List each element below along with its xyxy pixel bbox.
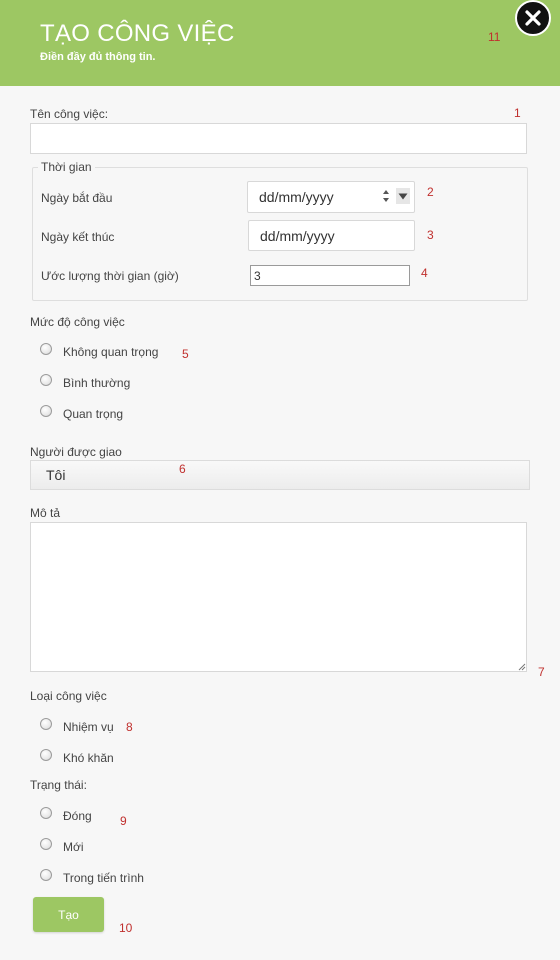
estimate-input[interactable]: 3 — [250, 265, 410, 286]
priority-option-label: Quan trọng — [63, 407, 124, 421]
status-option-label: Mới — [63, 840, 84, 854]
priority-radio-important[interactable] — [40, 405, 52, 417]
type-radio-issue[interactable] — [40, 749, 52, 761]
status-radio-in-progress[interactable] — [40, 869, 52, 881]
priority-radio-not-important[interactable] — [40, 343, 52, 355]
dropdown-arrow-icon[interactable] — [396, 188, 410, 204]
type-label: Loại công việc — [30, 689, 107, 703]
annotation-5: 5 — [182, 347, 189, 361]
annotation-10: 10 — [119, 921, 133, 935]
dialog-title: TẠO CÔNG VIỆC — [40, 20, 235, 47]
resize-grip-icon[interactable] — [517, 662, 526, 671]
task-name-input[interactable] — [30, 123, 527, 154]
priority-label: Mức độ công việc — [30, 315, 125, 329]
description-label: Mô tả — [30, 506, 61, 520]
annotation-9: 9 — [120, 814, 127, 828]
priority-radio-normal[interactable] — [40, 374, 52, 386]
annotation-1: 1 — [514, 106, 521, 120]
annotation-4: 4 — [421, 266, 428, 280]
status-label: Trạng thái: — [30, 778, 87, 792]
estimate-label: Ước lượng thời gian (giờ) — [41, 269, 179, 283]
create-button[interactable]: Tạo — [33, 897, 104, 932]
start-date-label: Ngày bắt đầu — [41, 191, 113, 205]
end-date-input[interactable]: dd/mm/yyyy — [248, 220, 415, 251]
assignee-select[interactable]: Tôi — [30, 460, 530, 490]
status-radio-closed[interactable] — [40, 807, 52, 819]
time-group-label: Thời gian — [38, 160, 95, 174]
annotation-3: 3 — [427, 228, 434, 242]
annotation-2: 2 — [427, 185, 434, 199]
start-date-value: dd/mm/yyyy — [259, 189, 334, 205]
type-radio-task[interactable] — [40, 718, 52, 730]
task-name-label: Tên công việc: — [30, 107, 109, 121]
status-option-label: Đóng — [63, 809, 92, 823]
dialog-subtitle: Điền đầy đủ thông tin. — [40, 51, 156, 63]
assignee-value: Tôi — [46, 467, 66, 483]
dialog-header: TẠO CÔNG VIỆC Điền đầy đủ thông tin. 11 — [0, 0, 560, 86]
description-textarea[interactable] — [30, 522, 527, 672]
priority-option-label: Không quan trọng — [63, 345, 159, 359]
spinner-arrows-icon[interactable] — [382, 187, 390, 205]
type-option-label: Khó khăn — [63, 751, 114, 765]
close-icon — [525, 10, 541, 26]
status-option-label: Trong tiến trình — [63, 871, 144, 885]
annotation-11: 11 — [488, 30, 501, 44]
close-button[interactable] — [515, 0, 551, 36]
priority-option-label: Bình thường — [63, 376, 131, 390]
start-date-input[interactable]: dd/mm/yyyy — [247, 181, 415, 213]
end-date-label: Ngày kết thúc — [41, 230, 115, 244]
end-date-value: dd/mm/yyyy — [260, 227, 335, 244]
status-radio-new[interactable] — [40, 838, 52, 850]
annotation-7: 7 — [538, 665, 545, 679]
annotation-6: 6 — [179, 462, 186, 476]
annotation-8: 8 — [126, 720, 133, 734]
assignee-label: Người được giao — [30, 445, 122, 459]
type-option-label: Nhiệm vụ — [63, 720, 114, 734]
